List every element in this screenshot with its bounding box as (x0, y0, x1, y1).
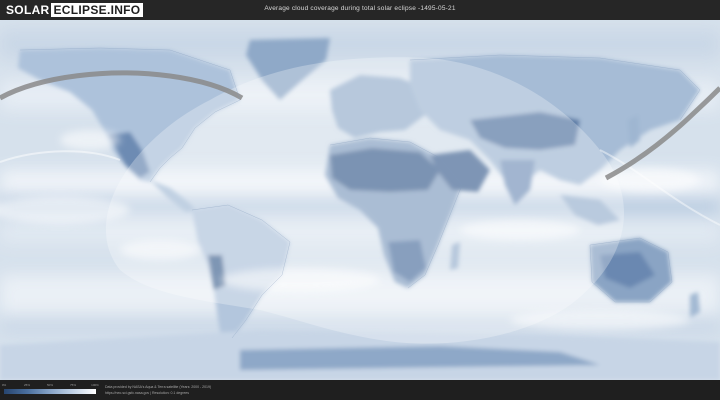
header-bar: SOLAR ECLIPSE.INFO Average cloud coverag… (0, 0, 720, 20)
legend-tick: 75% (69, 383, 77, 387)
footer-bar: 0% 25% 50% 75% 100% Data provided by NAS… (0, 380, 720, 400)
eclipse-map-view: SOLAR ECLIPSE.INFO Average cloud coverag… (0, 0, 720, 400)
data-credit-line: Data provided by NASA's Aqua & Terra sat… (105, 385, 212, 389)
legend-tick: 50% (46, 383, 54, 387)
page-title: Average cloud coverage during total sola… (264, 5, 456, 12)
cloud-coverage-map (0, 20, 720, 380)
legend-tick: 0% (1, 383, 7, 387)
logo-word-eclipse-info: ECLIPSE.INFO (50, 3, 144, 17)
legend-tick-row: 0% 25% 50% 75% 100% (1, 383, 99, 388)
data-source-link[interactable]: https://neo.sci.gsfc.nasa.gov | Resoluti… (105, 391, 189, 395)
legend-tick: 25% (23, 383, 31, 387)
legend-tick: 100% (91, 383, 99, 387)
site-logo[interactable]: SOLAR ECLIPSE.INFO (6, 3, 144, 17)
logo-word-solar: SOLAR (6, 3, 50, 17)
cloud-coverage-legend-bar (4, 389, 96, 394)
